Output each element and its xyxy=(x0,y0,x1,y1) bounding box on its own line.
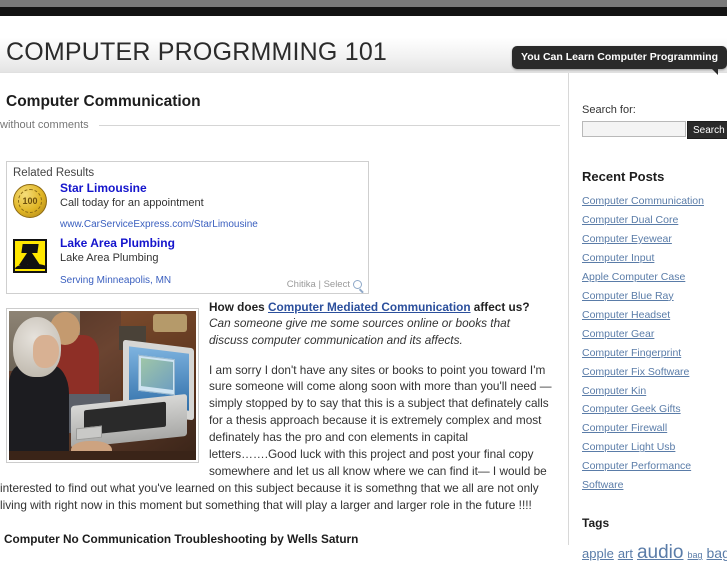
sidebar-recent-post-link[interactable]: Computer Input xyxy=(582,252,654,264)
list-item: Computer Input xyxy=(582,248,727,267)
sidebar-recent-post-link[interactable]: Apple Computer Case xyxy=(582,271,685,283)
list-item: Computer Blue Ray xyxy=(582,286,727,305)
gold-seal-icon: 100 xyxy=(13,181,55,230)
main-column: Computer Communication without comments … xyxy=(0,73,560,546)
sidebar-recent-post-link[interactable]: Computer Firewall xyxy=(582,422,667,434)
ad-url[interactable]: Serving Minneapolis, MN xyxy=(60,275,175,286)
search-button[interactable]: Search xyxy=(687,121,727,139)
site-header: COMPUTER PROGRMMING 101 You Can Learn Co… xyxy=(0,16,727,75)
list-item: Computer Dual Core xyxy=(582,210,727,229)
next-post-heading: Computer No Communication Troubleshootin… xyxy=(4,532,359,547)
top-black-bar xyxy=(0,7,727,16)
list-item: Computer Communication xyxy=(582,191,727,210)
sidebar-recent-post-link[interactable]: Computer Fingerprint xyxy=(582,347,681,359)
list-item: Computer Performance Software xyxy=(582,456,727,494)
sidebar-recent-post-link[interactable]: Computer Kin xyxy=(582,385,646,397)
tag-cloud: appleartaudiobagbagsblogbookscablescasec… xyxy=(582,536,727,566)
ad-description: Lake Area Plumbing xyxy=(60,252,159,265)
magnifier-icon xyxy=(353,280,362,289)
list-item: Computer Fix Software xyxy=(582,362,727,381)
meta-divider xyxy=(98,124,560,126)
top-gray-bar xyxy=(0,0,727,7)
recent-posts-heading: Recent Posts xyxy=(582,169,665,184)
comments-count: without comments xyxy=(0,119,89,131)
list-item: Computer Geek Gifts xyxy=(582,399,727,418)
cmc-link[interactable]: Computer Mediated Communication xyxy=(268,300,471,314)
ad-title-link[interactable]: Lake Area Plumbing xyxy=(60,236,175,250)
ad-url[interactable]: www.CarServiceExpress.com/StarLimousine xyxy=(60,219,258,230)
sidebar-recent-post-link[interactable]: Computer Gear xyxy=(582,328,654,340)
heading-prefix: How does xyxy=(209,300,268,314)
sidebar-recent-post-link[interactable]: Computer Dual Core xyxy=(582,214,678,226)
related-results-ad-box: Related Results 100 Star Limousine Call … xyxy=(6,161,369,294)
tag-link[interactable]: apple xyxy=(582,546,614,561)
sidebar-recent-post-link[interactable]: Computer Headset xyxy=(582,309,670,321)
sidebar-recent-post-link[interactable]: Computer Communication xyxy=(582,195,704,207)
tags-heading: Tags xyxy=(582,516,610,531)
tag-link[interactable]: bag xyxy=(687,550,702,560)
search-input[interactable] xyxy=(582,121,686,137)
sidebar-recent-post-link[interactable]: Computer Light Usb xyxy=(582,441,675,453)
sidebar-recent-post-link[interactable]: Computer Geek Gifts xyxy=(582,403,681,415)
article-photo xyxy=(6,308,199,463)
yellow-plumbing-sign-icon xyxy=(13,236,55,285)
column-divider xyxy=(568,73,569,545)
list-item: Computer Kin xyxy=(582,381,727,400)
sidebar-recent-post-link[interactable]: Computer Eyewear xyxy=(582,233,672,245)
ad-heading: Related Results xyxy=(13,167,95,179)
list-item: Computer Gear xyxy=(582,324,727,343)
list-item: Computer Headset xyxy=(582,305,727,324)
sidebar: Search for: Search Recent Posts Computer… xyxy=(578,73,727,566)
ad-item[interactable]: 100 Star Limousine Call today for an app… xyxy=(13,181,368,230)
tag-link[interactable]: art xyxy=(618,546,633,561)
sidebar-recent-post-link[interactable]: Computer Fix Software xyxy=(582,366,689,378)
site-title: COMPUTER PROGRMMING 101 xyxy=(6,38,388,66)
list-item: Apple Computer Case xyxy=(582,267,727,286)
search-label: Search for: xyxy=(582,104,636,116)
sidebar-recent-post-link[interactable]: Computer Performance Software xyxy=(582,460,691,491)
article-body: How does Computer Mediated Communication… xyxy=(0,300,560,546)
ad-provider-footer[interactable]: Chitika | Select xyxy=(287,279,362,290)
ad-title-link[interactable]: Star Limousine xyxy=(60,181,147,195)
ad-provider-label: Chitika | Select xyxy=(286,279,350,290)
ad-description: Call today for an appointment xyxy=(60,197,204,209)
post-meta: without comments xyxy=(0,119,560,131)
tagline-bubble: You Can Learn Computer Programming xyxy=(512,46,727,75)
tag-link[interactable]: bags xyxy=(707,545,727,561)
recent-posts-list: Computer Communication Computer Dual Core… xyxy=(578,191,727,494)
list-item: Computer Firewall xyxy=(582,418,727,437)
list-item: Computer Eyewear xyxy=(582,229,727,248)
list-item: Computer Fingerprint xyxy=(582,343,727,362)
tagline-text: You Can Learn Computer Programming xyxy=(521,51,718,63)
tag-link[interactable]: audio xyxy=(637,542,684,563)
page-title: Computer Communication xyxy=(6,93,201,110)
sidebar-recent-post-link[interactable]: Computer Blue Ray xyxy=(582,290,674,302)
list-item: Computer Light Usb xyxy=(582,437,727,456)
search-form: Search xyxy=(582,121,727,139)
heading-suffix: affect us? xyxy=(470,300,530,314)
